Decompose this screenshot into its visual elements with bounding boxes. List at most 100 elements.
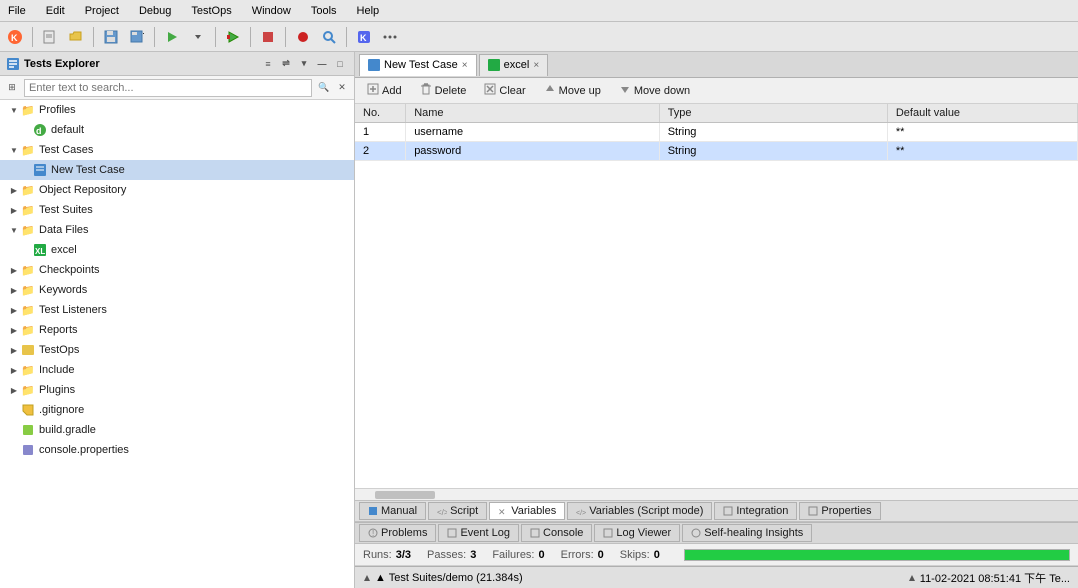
movedown-btn[interactable]: Move down bbox=[613, 81, 696, 100]
tab-console-label: Console bbox=[543, 527, 583, 539]
tab-integration[interactable]: Integration bbox=[714, 502, 797, 520]
tab-eventlog[interactable]: Event Log bbox=[438, 524, 519, 542]
tree-label-checkpoints: Checkpoints bbox=[39, 264, 100, 276]
panel-menu-btn[interactable]: ▾ bbox=[296, 56, 312, 72]
toggle-reports[interactable]: ▶ bbox=[8, 326, 20, 335]
tree-item-testlisteners[interactable]: ▶ 📁 Test Listeners bbox=[0, 300, 354, 320]
tab-manual[interactable]: Manual bbox=[359, 502, 426, 520]
tab-newtestcase-label: New Test Case bbox=[384, 59, 458, 71]
filter-btn[interactable]: ⊞ bbox=[4, 80, 20, 96]
tree-item-consoleprops[interactable]: console.properties bbox=[0, 440, 354, 460]
tree-item-keywords[interactable]: ▶ 📁 Keywords bbox=[0, 280, 354, 300]
toggle-testsuites[interactable]: ▶ bbox=[8, 206, 20, 215]
toggle-plugins[interactable]: ▶ bbox=[8, 386, 20, 395]
tree-item-reports[interactable]: ▶ 📁 Reports bbox=[0, 320, 354, 340]
toggle-datafiles[interactable]: ▼ bbox=[8, 226, 20, 235]
add-btn[interactable]: Add bbox=[361, 81, 408, 100]
toggle-testlisteners[interactable]: ▶ bbox=[8, 306, 20, 315]
toggle-objectrepo[interactable]: ▶ bbox=[8, 186, 20, 195]
toggle-include[interactable]: ▶ bbox=[8, 366, 20, 375]
save-all-btn[interactable] bbox=[126, 26, 148, 48]
tab-selfhealing[interactable]: Self-healing Insights bbox=[682, 524, 812, 542]
status-errors: Errors: 0 bbox=[561, 549, 604, 561]
col-header-no: No. bbox=[355, 104, 406, 123]
tab-variables-script[interactable]: </> Variables (Script mode) bbox=[567, 502, 712, 520]
logviewer-icon bbox=[603, 528, 613, 538]
moveup-btn[interactable]: Move up bbox=[538, 81, 607, 100]
tree-item-excel[interactable]: XL excel bbox=[0, 240, 354, 260]
more-toolbar-btn[interactable] bbox=[379, 26, 401, 48]
menu-window[interactable]: Window bbox=[248, 3, 295, 19]
tree-item-testcases[interactable]: ▼ 📁 Test Cases bbox=[0, 140, 354, 160]
tab-properties[interactable]: Properties bbox=[799, 502, 880, 520]
tree-item-buildgradle[interactable]: build.gradle bbox=[0, 420, 354, 440]
tree-item-testops[interactable]: ▶ TestOps bbox=[0, 340, 354, 360]
menu-file[interactable]: File bbox=[4, 3, 30, 19]
spy-btn[interactable] bbox=[318, 26, 340, 48]
problems-icon: ! bbox=[368, 528, 378, 538]
save-btn[interactable] bbox=[100, 26, 122, 48]
record-btn[interactable] bbox=[292, 26, 314, 48]
minimize-panel-btn[interactable]: — bbox=[314, 56, 330, 72]
menu-help[interactable]: Help bbox=[353, 3, 384, 19]
tab-variables[interactable]: ✕ Variables bbox=[489, 502, 565, 520]
tab-manual-label: Manual bbox=[381, 505, 417, 517]
tab-excel-label: excel bbox=[504, 59, 530, 71]
tab-excel-close[interactable]: × bbox=[533, 60, 539, 71]
clear-btn[interactable]: Clear bbox=[478, 81, 531, 100]
tree-item-objectrepo[interactable]: ▶ 📁 Object Repository bbox=[0, 180, 354, 200]
new-btn[interactable] bbox=[39, 26, 61, 48]
tree-item-gitignore[interactable]: .gitignore bbox=[0, 400, 354, 420]
folder-testops-icon bbox=[20, 342, 36, 358]
table-header-row: No. Name Type Default value bbox=[355, 104, 1078, 123]
collapse-all-btn[interactable]: ≡ bbox=[260, 56, 276, 72]
run-btn[interactable] bbox=[161, 26, 183, 48]
tree-item-checkpoints[interactable]: ▶ 📁 Checkpoints bbox=[0, 260, 354, 280]
toggle-profiles[interactable]: ▼ bbox=[8, 106, 20, 115]
clear-search-btn[interactable]: ✕ bbox=[334, 80, 350, 96]
table-row[interactable]: 2 password String ** bbox=[355, 142, 1078, 161]
katalon-icon-btn[interactable]: K bbox=[353, 26, 375, 48]
stop-btn[interactable] bbox=[257, 26, 279, 48]
tree-item-default[interactable]: d default bbox=[0, 120, 354, 140]
tree-item-include[interactable]: ▶ 📁 Include bbox=[0, 360, 354, 380]
search-input[interactable] bbox=[24, 79, 312, 97]
tree-item-plugins[interactable]: ▶ 📁 Plugins bbox=[0, 380, 354, 400]
maximize-panel-btn[interactable]: □ bbox=[332, 56, 348, 72]
menu-tools[interactable]: Tools bbox=[307, 3, 341, 19]
tree-item-datafiles[interactable]: ▼ 📁 Data Files bbox=[0, 220, 354, 240]
toggle-testops[interactable]: ▶ bbox=[8, 346, 20, 355]
folder-include-icon: 📁 bbox=[20, 362, 36, 378]
cell-type-1: String bbox=[659, 123, 887, 142]
tab-newtestcase[interactable]: New Test Case × bbox=[359, 54, 477, 76]
toggle-checkpoints[interactable]: ▶ bbox=[8, 266, 20, 275]
horizontal-scrollbar[interactable] bbox=[355, 488, 1078, 500]
tab-logviewer[interactable]: Log Viewer bbox=[594, 524, 680, 542]
folder-objectrepo-icon: 📁 bbox=[20, 182, 36, 198]
tab-problems[interactable]: ! Problems bbox=[359, 524, 436, 542]
open-btn[interactable] bbox=[65, 26, 87, 48]
tab-excel[interactable]: excel × bbox=[479, 54, 549, 76]
link-editor-btn[interactable]: ⇌ bbox=[278, 56, 294, 72]
table-row[interactable]: 1 username String ** bbox=[355, 123, 1078, 142]
debug-btn[interactable] bbox=[222, 26, 244, 48]
menu-project[interactable]: Project bbox=[81, 3, 123, 19]
katalon-logo-btn[interactable]: K bbox=[4, 26, 26, 48]
delete-btn[interactable]: Delete bbox=[414, 81, 473, 100]
tree-item-newtestcase[interactable]: New Test Case bbox=[0, 160, 354, 180]
menu-edit[interactable]: Edit bbox=[42, 3, 69, 19]
menu-debug[interactable]: Debug bbox=[135, 3, 175, 19]
failures-label: Failures: bbox=[492, 549, 534, 561]
tab-eventlog-label: Event Log bbox=[460, 527, 510, 539]
run-dropdown-btn[interactable] bbox=[187, 26, 209, 48]
toggle-testcases[interactable]: ▼ bbox=[8, 146, 20, 155]
hscroll-thumb[interactable] bbox=[375, 491, 435, 499]
tab-newtestcase-close[interactable]: × bbox=[462, 60, 468, 71]
search-btn[interactable]: 🔍 bbox=[316, 80, 332, 96]
tree-item-testsuites[interactable]: ▶ 📁 Test Suites bbox=[0, 200, 354, 220]
tree-item-profiles[interactable]: ▼ 📁 Profiles bbox=[0, 100, 354, 120]
tab-console[interactable]: Console bbox=[521, 524, 592, 542]
tab-script[interactable]: </> Script bbox=[428, 502, 487, 520]
toggle-keywords[interactable]: ▶ bbox=[8, 286, 20, 295]
menu-testops[interactable]: TestOps bbox=[187, 3, 235, 19]
